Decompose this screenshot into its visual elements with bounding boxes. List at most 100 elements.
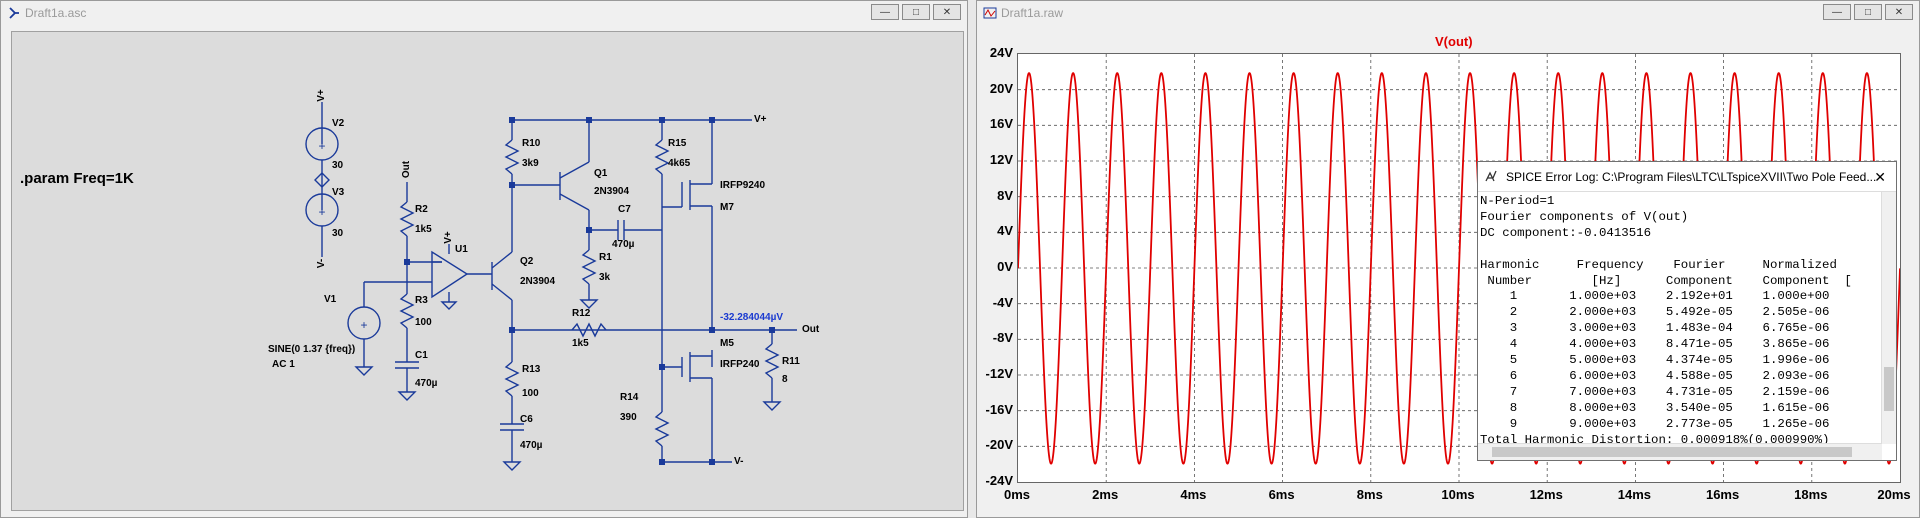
- x-tick-label: 6ms: [1268, 487, 1295, 502]
- scroll-thumb[interactable]: [1884, 367, 1894, 411]
- trace-name[interactable]: V(out): [1435, 34, 1473, 49]
- waveform-titlebar[interactable]: Draft1a.raw — □ ✕: [977, 1, 1919, 25]
- label-u1: U1: [455, 244, 468, 255]
- error-log-line: DC component:-0.0413516: [1480, 225, 1652, 240]
- close-icon[interactable]: ✕: [1874, 169, 1886, 186]
- label-u1-vplus: V+: [442, 231, 454, 244]
- label-m5-part: IRFP240: [720, 359, 760, 370]
- svg-text:+: +: [360, 318, 367, 332]
- label-q1: Q1: [594, 168, 608, 179]
- x-tick-label: 4ms: [1180, 487, 1207, 502]
- x-tick-label: 12ms: [1529, 487, 1563, 502]
- close-icon: ✕: [1894, 6, 1904, 18]
- x-tick-label: 10ms: [1441, 487, 1475, 502]
- error-log-line: 8 8.000e+03 3.540e-05 1.615e-06: [1480, 400, 1830, 415]
- y-tick-label: 8V: [997, 187, 1013, 203]
- error-log-titlebar[interactable]: SPICE Error Log: C:\Program Files\LTC\LT…: [1478, 162, 1896, 192]
- label-q1-value: 2N3904: [594, 186, 630, 197]
- close-button[interactable]: ✕: [1885, 4, 1913, 20]
- label-r15-value: 4k65: [668, 158, 691, 169]
- minimize-icon: —: [1832, 6, 1842, 18]
- error-log-text: N-Period=1 Fourier components of V(out) DC…: [1480, 194, 1880, 444]
- param-directive[interactable]: .param Freq=1K: [20, 170, 134, 187]
- label-v3-value: 30: [332, 228, 344, 239]
- error-log-line: 6 6.000e+03 4.588e-05 2.093e-06: [1480, 368, 1830, 383]
- x-tick-label: 8ms: [1356, 487, 1383, 502]
- label-vminus-left: V-: [316, 258, 328, 269]
- label-vplus-right: V+: [754, 114, 767, 125]
- label-m7-part: IRFP9240: [720, 180, 766, 191]
- label-r14: R14: [620, 392, 639, 403]
- x-tick-label: 20ms: [1877, 487, 1911, 502]
- y-tick-label: -8V: [992, 330, 1013, 346]
- label-c1-value: 470µ: [415, 378, 438, 389]
- label-r15: R15: [668, 138, 687, 149]
- x-tick-label: 0ms: [1003, 487, 1031, 502]
- label-v1-sine: SINE(0 1.37 {freq}): [268, 344, 356, 355]
- schematic-canvas[interactable]: + + + .param Freq=1K V+ V2 30 V3 30 V- O…: [11, 31, 964, 511]
- error-log-title: SPICE Error Log: C:\Program Files\LTC\LT…: [1506, 169, 1877, 184]
- minimize-button[interactable]: —: [871, 4, 899, 20]
- schematic-titlebar[interactable]: Draft1a.asc — □ ✕: [1, 1, 967, 25]
- svg-text:+: +: [318, 139, 325, 153]
- error-log-icon: [1485, 170, 1497, 181]
- label-out-top: Out: [401, 160, 413, 179]
- error-log-line: 5 5.000e+03 4.374e-05 1.996e-06: [1480, 353, 1830, 368]
- node-voltage-readout: -32.284044µV: [720, 312, 784, 323]
- x-tick-label: 16ms: [1705, 487, 1740, 502]
- y-tick-label: 24V: [989, 45, 1013, 60]
- close-icon: ✕: [942, 6, 952, 18]
- label-q2: Q2: [520, 256, 534, 267]
- error-log-line: Fourier components of V(out): [1480, 209, 1689, 224]
- label-r10-value: 3k9: [522, 158, 539, 169]
- error-log-content[interactable]: N-Period=1 Fourier components of V(out) DC…: [1480, 194, 1880, 444]
- y-tick-label: 20V: [989, 80, 1013, 96]
- label-q2-value: 2N3904: [520, 276, 556, 287]
- label-r11: R11: [782, 356, 800, 367]
- maximize-icon: □: [912, 6, 920, 18]
- vertical-scrollbar[interactable]: [1881, 192, 1896, 444]
- label-r3-value: 100: [415, 317, 432, 328]
- label-r13: R13: [522, 364, 541, 375]
- ltspice-schematic-icon: [9, 7, 19, 19]
- minimize-button[interactable]: —: [1823, 4, 1851, 20]
- y-tick-label: 0V: [997, 259, 1013, 274]
- close-button[interactable]: ✕: [933, 4, 961, 20]
- label-v2: V2: [332, 118, 345, 129]
- x-tick-label: 2ms: [1092, 487, 1119, 502]
- label-r12-value: 1k5: [572, 338, 589, 349]
- label-r11-value: 8: [782, 374, 788, 385]
- x-tick-label: 18ms: [1794, 487, 1828, 502]
- error-log-line: 1 1.000e+03 2.192e+01 1.000e+00: [1480, 289, 1830, 304]
- error-log-line: N-Period=1: [1480, 194, 1555, 208]
- schematic-wires: + + +: [305, 102, 797, 471]
- label-out-right: Out: [802, 324, 820, 335]
- y-tick-label: 16V: [989, 116, 1013, 132]
- maximize-button[interactable]: □: [1854, 4, 1882, 20]
- label-r3: R3: [415, 295, 428, 306]
- label-r13-value: 100: [522, 388, 539, 399]
- label-r10: R10: [522, 138, 541, 149]
- spice-error-log-window: SPICE Error Log: C:\Program Files\LTC\LT…: [1477, 161, 1897, 461]
- y-tick-label: -12V: [985, 366, 1013, 381]
- label-v2-value: 30: [332, 160, 344, 171]
- label-r1-value: 3k: [599, 272, 611, 283]
- label-r2-value: 1k5: [415, 224, 432, 235]
- schematic-title: Draft1a.asc: [25, 6, 87, 20]
- label-r12: R12: [572, 308, 591, 319]
- label-c7-value: 470µ: [612, 239, 635, 250]
- svg-text:+: +: [318, 205, 325, 219]
- waveform-window: Draft1a.raw — □ ✕ V(out) SPICE Error Log…: [976, 0, 1920, 518]
- error-log-line: Harmonic Frequency Fourier Normalized: [1480, 257, 1837, 272]
- label-v1-ac: AC 1: [272, 359, 295, 370]
- x-tick-label: 14ms: [1617, 487, 1652, 502]
- y-tick-label: 12V: [989, 152, 1013, 167]
- scroll-thumb-horizontal[interactable]: [1492, 447, 1852, 457]
- waveform-title: Draft1a.raw: [1001, 6, 1064, 20]
- label-m5: M5: [720, 338, 734, 349]
- label-v1: V1: [324, 294, 337, 305]
- error-log-line: 7 7.000e+03 4.731e-05 2.159e-06: [1480, 384, 1830, 399]
- horizontal-scrollbar[interactable]: [1478, 443, 1882, 460]
- maximize-button[interactable]: □: [902, 4, 930, 20]
- label-r14-value: 390: [620, 412, 637, 423]
